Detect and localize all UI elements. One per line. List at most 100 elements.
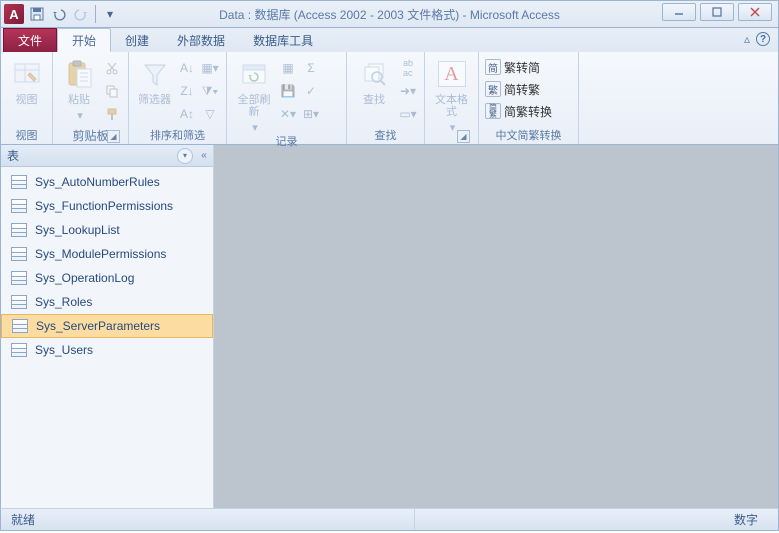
advanced-filter-icon[interactable]: ⧩▾ (200, 81, 220, 101)
find-icon (358, 58, 390, 90)
refresh-icon (238, 58, 270, 90)
redo-icon[interactable] (71, 4, 91, 24)
table-icon (11, 271, 27, 285)
nav-item[interactable]: Sys_Users (1, 338, 213, 362)
filter-icon (139, 58, 171, 90)
ribbon-help-area: ▵ ? (744, 32, 770, 46)
text-format-button[interactable]: A 文本格式 ▾ (431, 56, 472, 134)
tab-database-tools[interactable]: 数据库工具 (239, 28, 327, 52)
goto-icon[interactable]: ➜▾ (398, 81, 418, 101)
table-icon (11, 199, 27, 213)
group-textfmt-label: ◢ (431, 134, 472, 144)
navigation-pane: 表 ▾ « Sys_AutoNumberRules Sys_FunctionPer… (1, 145, 214, 508)
filter-button[interactable]: 筛选器 (135, 56, 174, 106)
group-clipboard-label: 剪贴板◢ (59, 128, 122, 144)
status-separator (414, 509, 415, 530)
replace-icon[interactable]: abac (398, 58, 418, 78)
table-icon (11, 247, 27, 261)
paste-button[interactable]: 粘贴 ▾ (59, 56, 99, 122)
new-record-icon[interactable]: ▦ (278, 58, 298, 78)
chevron-down-icon: ▾ (77, 110, 83, 122)
find-button[interactable]: 查找 (353, 56, 395, 106)
window-controls (662, 3, 772, 21)
clipboard-launcher-icon[interactable]: ◢ (107, 130, 120, 143)
status-left: 就绪 (11, 511, 35, 528)
trad-glyph-icon: 繁 (485, 81, 501, 97)
paste-icon (63, 58, 95, 90)
nav-item[interactable]: Sys_AutoNumberRules (1, 170, 213, 194)
nav-header[interactable]: 表 ▾ « (1, 145, 213, 167)
table-icon (11, 175, 27, 189)
nav-item[interactable]: Sys_OperationLog (1, 266, 213, 290)
nav-item[interactable]: Sys_Roles (1, 290, 213, 314)
tab-home[interactable]: 开始 (57, 28, 111, 52)
selection-filter-icon[interactable]: ▦▾ (200, 58, 220, 78)
find-label: 查找 (363, 94, 385, 106)
sort-asc-icon[interactable]: A↓ (177, 58, 197, 78)
close-button[interactable] (738, 3, 772, 21)
nav-item[interactable]: Sys_ServerParameters (1, 314, 213, 338)
chevron-down-icon: ▾ (252, 122, 258, 134)
format-painter-icon[interactable] (102, 104, 122, 124)
select-icon[interactable]: ▭▾ (398, 104, 418, 124)
group-view: 视图 视图 (1, 52, 53, 144)
view-button[interactable]: 视图 (7, 56, 46, 106)
qat-separator (95, 5, 96, 23)
group-clipboard: 粘贴 ▾ 剪贴板◢ (53, 52, 129, 144)
save-icon[interactable] (27, 4, 47, 24)
tab-file[interactable]: 文件 (3, 28, 57, 52)
trad-to-simp-button[interactable]: 简繁转简 (485, 58, 540, 76)
nav-item-label: Sys_Roles (35, 295, 92, 309)
table-icon (11, 295, 27, 309)
simp-trad-convert-button[interactable]: 简繁简繁转换 (485, 102, 552, 120)
nav-item-label: Sys_ModulePermissions (35, 247, 166, 261)
app-icon[interactable]: A (4, 4, 24, 24)
view-label: 视图 (16, 94, 38, 106)
save-record-icon[interactable]: 💾 (278, 81, 298, 101)
ribbon: 视图 视图 粘贴 ▾ 剪贴板◢ 筛选器 A↓ (0, 52, 779, 145)
simp-to-trad-button[interactable]: 繁简转繁 (485, 80, 540, 98)
textfmt-launcher-icon[interactable]: ◢ (457, 130, 470, 143)
table-icon (11, 343, 27, 357)
convert-glyph-icon: 简繁 (485, 103, 501, 119)
workspace: 表 ▾ « Sys_AutoNumberRules Sys_FunctionPer… (0, 145, 779, 508)
spelling-icon[interactable]: ✓ (301, 81, 321, 101)
help-icon[interactable]: ? (756, 32, 770, 46)
refresh-all-button[interactable]: 全部刷新 ▾ (233, 56, 275, 134)
clear-sort-icon[interactable]: A↕ (177, 104, 197, 124)
nav-item[interactable]: Sys_LookupList (1, 218, 213, 242)
sort-desc-icon[interactable]: Z↓ (177, 81, 197, 101)
totals-icon[interactable]: Σ (301, 58, 321, 78)
table-icon (11, 223, 27, 237)
copy-icon[interactable] (102, 81, 122, 101)
chevron-down-icon: ▾ (450, 122, 456, 134)
nav-item-label: Sys_LookupList (35, 223, 120, 237)
delete-record-icon[interactable]: ✕▾ (278, 104, 298, 124)
group-view-label: 视图 (7, 128, 46, 144)
text-format-icon: A (436, 58, 468, 90)
maximize-button[interactable] (700, 3, 734, 21)
cut-icon[interactable] (102, 58, 122, 78)
nav-item[interactable]: Sys_FunctionPermissions (1, 194, 213, 218)
minimize-ribbon-icon[interactable]: ▵ (744, 32, 750, 46)
nav-category-dropdown-icon[interactable]: ▾ (177, 148, 193, 164)
group-records: 全部刷新 ▾ ▦ 💾 ✕▾ Σ ✓ ⊞▾ 记录 (227, 52, 347, 144)
toggle-filter-icon[interactable]: ▽ (200, 104, 220, 124)
group-sort-filter: 筛选器 A↓ Z↓ A↕ ▦▾ ⧩▾ ▽ 排序和筛选 (129, 52, 227, 144)
nav-item[interactable]: Sys_ModulePermissions (1, 242, 213, 266)
nav-item-label: Sys_FunctionPermissions (35, 199, 173, 213)
more-records-icon[interactable]: ⊞▾ (301, 104, 321, 124)
title-bar: A ▾ Data : 数据库 (Access 2002 - 2003 文件格式)… (0, 0, 779, 28)
undo-icon[interactable] (49, 4, 69, 24)
simp-glyph-icon: 简 (485, 59, 501, 75)
tab-create[interactable]: 创建 (111, 28, 163, 52)
view-icon (11, 58, 43, 90)
tab-external-data[interactable]: 外部数据 (163, 28, 239, 52)
group-find: 查找 abac ➜▾ ▭▾ 查找 (347, 52, 425, 144)
minimize-button[interactable] (662, 3, 696, 21)
qat-customize-icon[interactable]: ▾ (100, 4, 120, 24)
nav-list: Sys_AutoNumberRules Sys_FunctionPermissio… (1, 167, 213, 508)
group-chinese-convert: 简繁转简 繁简转繁 简繁简繁转换 中文简繁转换 (479, 52, 579, 144)
text-format-label: 文本格式 (431, 94, 472, 118)
nav-shutter-icon[interactable]: « (197, 147, 211, 165)
